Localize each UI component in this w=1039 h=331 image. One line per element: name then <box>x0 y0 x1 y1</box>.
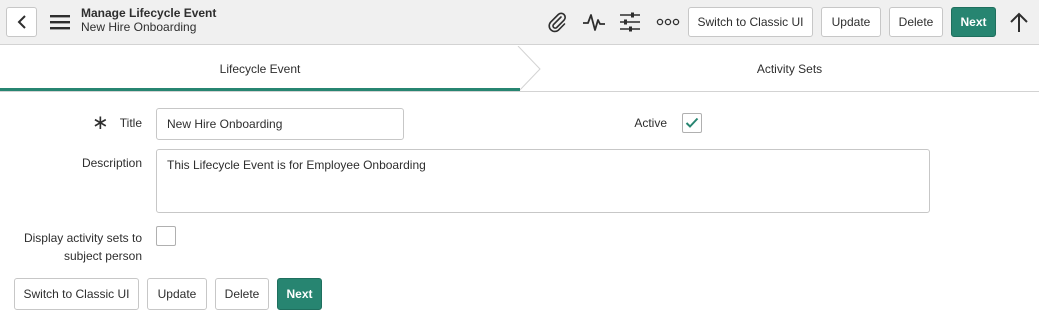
attachment-button[interactable] <box>544 9 570 35</box>
tab-lifecycle-event[interactable]: Lifecycle Event <box>0 46 520 92</box>
header-subtitle: New Hire Onboarding <box>81 20 197 34</box>
sliders-icon <box>620 12 640 32</box>
personalize-button[interactable] <box>617 9 643 35</box>
more-icon <box>656 18 680 26</box>
activity-icon <box>583 14 605 31</box>
display-activity-sets-checkbox[interactable] <box>156 226 176 246</box>
header-title: Manage Lifecycle Event <box>81 6 217 20</box>
back-icon <box>17 15 26 29</box>
title-input[interactable]: New Hire Onboarding <box>156 108 404 140</box>
active-label: Active <box>634 116 667 130</box>
back-button[interactable] <box>6 7 37 37</box>
active-checkbox[interactable] <box>682 113 702 133</box>
title-label: Title <box>119 116 142 130</box>
footer-next-button[interactable]: Next <box>277 278 322 310</box>
description-label: Description <box>81 156 142 170</box>
activity-stream-button[interactable] <box>581 9 607 35</box>
footer-update-button[interactable]: Update <box>147 278 207 310</box>
next-button[interactable]: Next <box>951 7 996 37</box>
form-header: Manage Lifecycle Event New Hire Onboardi… <box>0 0 1039 45</box>
header-titles: Manage Lifecycle Event New Hire Onboardi… <box>81 6 216 34</box>
tab-activity-sets[interactable]: Activity Sets <box>540 46 1039 92</box>
wizard-tabs: Lifecycle Event Activity Sets <box>0 46 1039 92</box>
display-activity-sets-label: Display activity sets to subject person <box>0 229 142 265</box>
tabs-divider <box>0 91 1039 92</box>
scroll-top-button[interactable] <box>1006 9 1032 35</box>
arrow-up-icon <box>1010 12 1028 32</box>
update-button[interactable]: Update <box>821 7 881 37</box>
checkmark-icon <box>685 117 699 128</box>
switch-classic-ui-button[interactable]: Switch to Classic UI <box>688 7 813 37</box>
footer-delete-button[interactable]: Delete <box>215 278 269 310</box>
description-textarea[interactable]: This Lifecycle Event is for Employee Onb… <box>156 149 930 213</box>
paperclip-icon <box>548 12 566 33</box>
hamburger-menu-button[interactable] <box>48 9 72 35</box>
hamburger-menu-icon <box>50 15 70 30</box>
display-activity-sets-label-line2: subject person <box>63 249 142 263</box>
display-activity-sets-label-line1: Display activity sets to <box>23 231 142 245</box>
more-options-button[interactable] <box>655 9 681 35</box>
delete-button[interactable]: Delete <box>889 7 943 37</box>
footer-switch-classic-ui-button[interactable]: Switch to Classic UI <box>14 278 139 310</box>
